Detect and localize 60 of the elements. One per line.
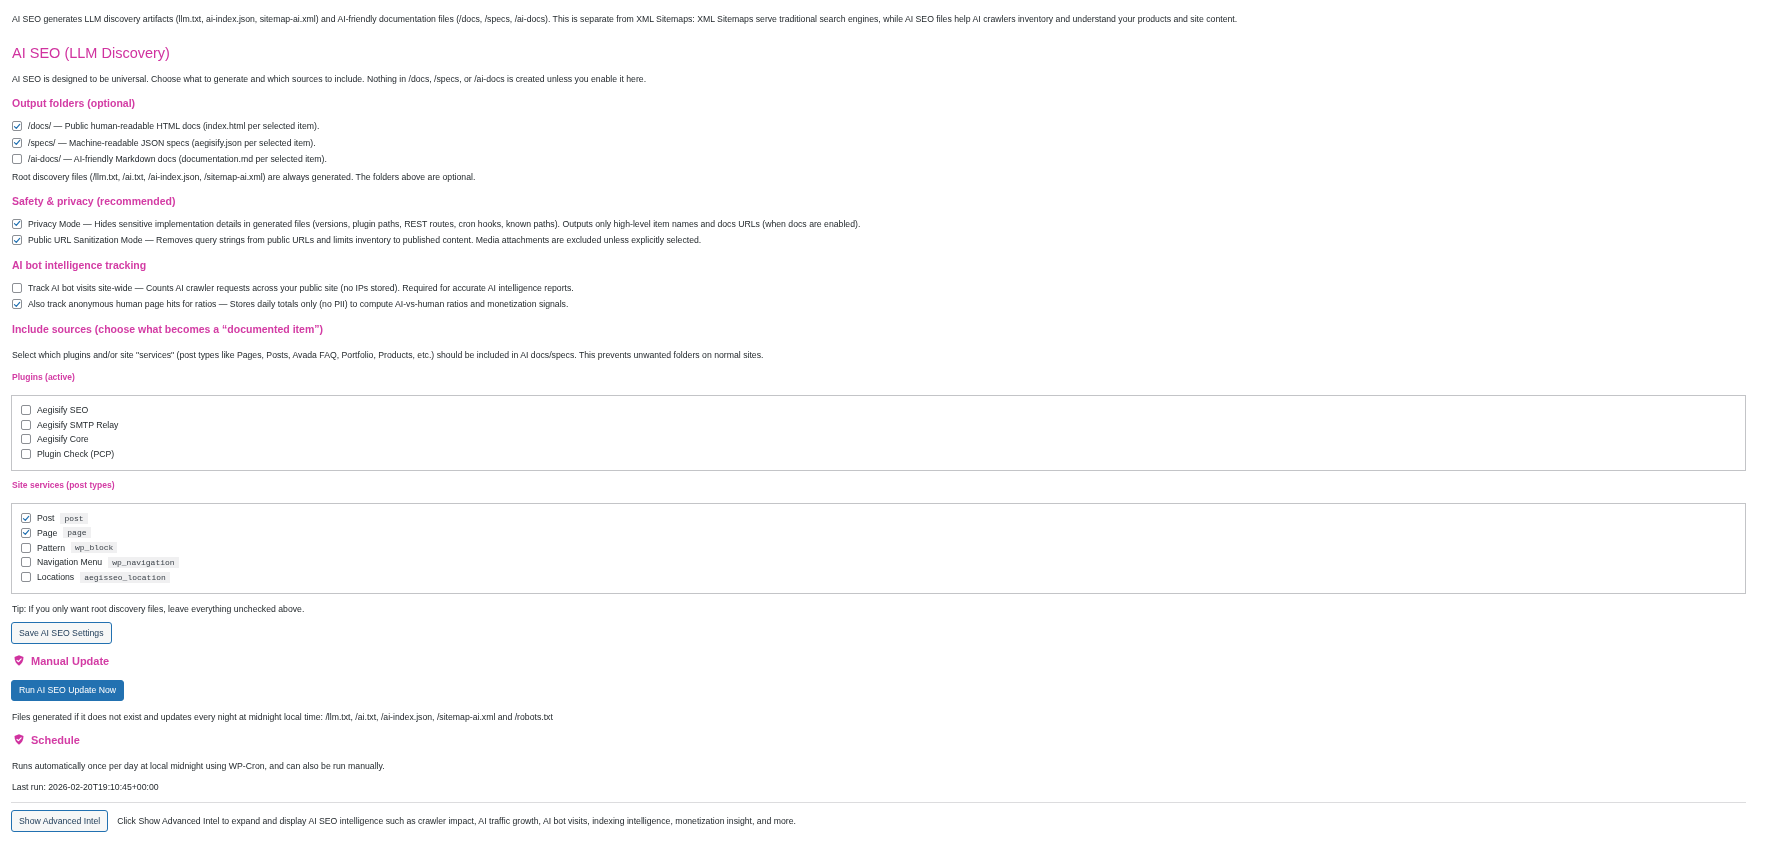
checkbox[interactable] xyxy=(12,137,22,148)
option-label: Track AI bot visits site-wide — Counts AI crawler requests across your public site (no IPs stored). Required for accurate AI intelligence reports. xyxy=(28,282,574,293)
option-label: /ai-docs/ — AI-friendly Markdown docs (documentation.md per selected item). xyxy=(28,154,327,165)
option-label: /specs/ — Machine-readable JSON specs (aegisify.json per selected item). xyxy=(28,137,316,148)
page-title: AI SEO (LLM Discovery) xyxy=(12,44,171,63)
checkbox[interactable] xyxy=(12,282,22,293)
checkbox[interactable] xyxy=(21,542,31,553)
shield-check-icon xyxy=(14,734,24,746)
checkbox[interactable] xyxy=(21,557,31,568)
source-label: Pattern xyxy=(37,542,65,553)
section-heading: Manual Update xyxy=(31,653,110,669)
note-text: Root discovery files (/llm.txt, /ai.txt, /ai-index.json, /sitemap-ai.xml) are always generated. The folders above are optional. xyxy=(11,170,477,184)
checkbox[interactable] xyxy=(12,218,22,229)
note-text: Files generated if it does not exist and updates every night at midnight local time: /llm.txt, /ai.txt, /ai-index.json, /sitemap-ai.xml and /robots.txt xyxy=(11,710,554,724)
checkbox[interactable] xyxy=(12,235,22,246)
checkbox[interactable] xyxy=(21,513,31,524)
source-label: Post xyxy=(37,513,55,524)
post-type-slug: post xyxy=(60,512,88,524)
checkbox[interactable] xyxy=(21,434,31,445)
group-label: Site services (post types) xyxy=(12,478,116,492)
source-label: Page xyxy=(37,527,58,538)
run-update-button[interactable]: Run AI SEO Update Now xyxy=(11,679,125,701)
checkbox[interactable] xyxy=(21,404,31,415)
section-heading: Output folders (optional) xyxy=(12,96,137,111)
checkbox[interactable] xyxy=(12,121,22,132)
hint-text: Click Show Advanced Intel to expand and display AI SEO intelligence such as crawler impact, AI traffic growth, AI bot visits, indexing intelligence, monetization insight, and more. xyxy=(117,815,796,826)
tip-text: Tip: If you only want root discovery files, leave everything unchecked above. xyxy=(11,602,306,616)
source-label: Aegisify Core xyxy=(37,434,89,445)
checkbox[interactable] xyxy=(21,449,31,460)
post-type-slug: wp_block xyxy=(71,542,118,554)
save-settings-button[interactable]: Save AI SEO Settings xyxy=(11,621,112,644)
intro-text: AI SEO generates LLM discovery artifacts (llm.txt, ai-index.json, sitemap-ai.xml) and AI-friendly documentation files (/docs, /specs, /ai-docs). This is separate from XML Sitemaps: XML Sitemaps serve traditional search engines, while AI SEO files help AI crawlers inventory and understand your products and site content. xyxy=(11,13,1239,26)
shield-check-icon xyxy=(14,655,24,667)
source-label: Navigation Menu xyxy=(37,557,103,568)
checkbox[interactable] xyxy=(12,154,22,165)
post-type-slug: aegisseo_location xyxy=(80,571,170,583)
source-label: Plugin Check (PCP) xyxy=(37,449,115,460)
last-run-text: Last run: 2026-02-20T19:10:45+00:00 xyxy=(11,780,160,794)
checkbox[interactable] xyxy=(21,419,31,430)
source-label: Aegisify SEO xyxy=(37,404,89,415)
source-label: Aegisify SMTP Relay xyxy=(37,419,119,430)
section-heading: Include sources (choose what becomes a “documented item”) xyxy=(12,321,324,337)
option-label: Public URL Sanitization Mode — Removes query strings from public URLs and limits inventory to published content. Media attachments are excluded unless explicitly selected. xyxy=(28,235,702,246)
section-heading: Schedule xyxy=(31,732,80,748)
section-heading: AI bot intelligence tracking xyxy=(12,257,148,273)
option-label: Also track anonymous human page hits for ratios — Stores daily totals only (no PII) to compute AI-vs-human ratios and monetization signals. xyxy=(28,299,569,310)
option-label: /docs/ — Public human-readable HTML docs (index.html per selected item). xyxy=(28,121,320,132)
source-label: Locations xyxy=(37,572,75,583)
checkbox[interactable] xyxy=(21,572,31,583)
section-heading: Safety & privacy (recommended) xyxy=(12,193,177,209)
description-text: Runs automatically once per day at local midnight using WP-Cron, and can also be run manually. xyxy=(11,759,386,773)
post-type-slug: wp_navigation xyxy=(108,556,179,568)
show-advanced-button[interactable]: Show Advanced Intel xyxy=(11,809,109,832)
checkbox[interactable] xyxy=(12,299,22,310)
post-type-slug: page xyxy=(63,527,91,539)
group-label: Plugins (active) xyxy=(12,370,76,384)
description-text: AI SEO is designed to be universal. Choose what to generate and which sources to include. Nothing in /docs, /specs, or /ai-docs is created unless you enable it here. xyxy=(11,73,648,86)
description-text: Select which plugins and/or site "services" (post types like Pages, Posts, Avada FAQ, Portfolio, Products, etc.) should be included in AI docs/specs. This prevents unwanted folders on normal sites. xyxy=(11,348,765,362)
checkbox[interactable] xyxy=(21,527,31,538)
option-label: Privacy Mode — Hides sensitive implementation details in generated files (versions, plugin paths, REST routes, cron hooks, known paths). Outputs only high-level item names and docs URLs (when docs are enabled). xyxy=(28,218,861,229)
